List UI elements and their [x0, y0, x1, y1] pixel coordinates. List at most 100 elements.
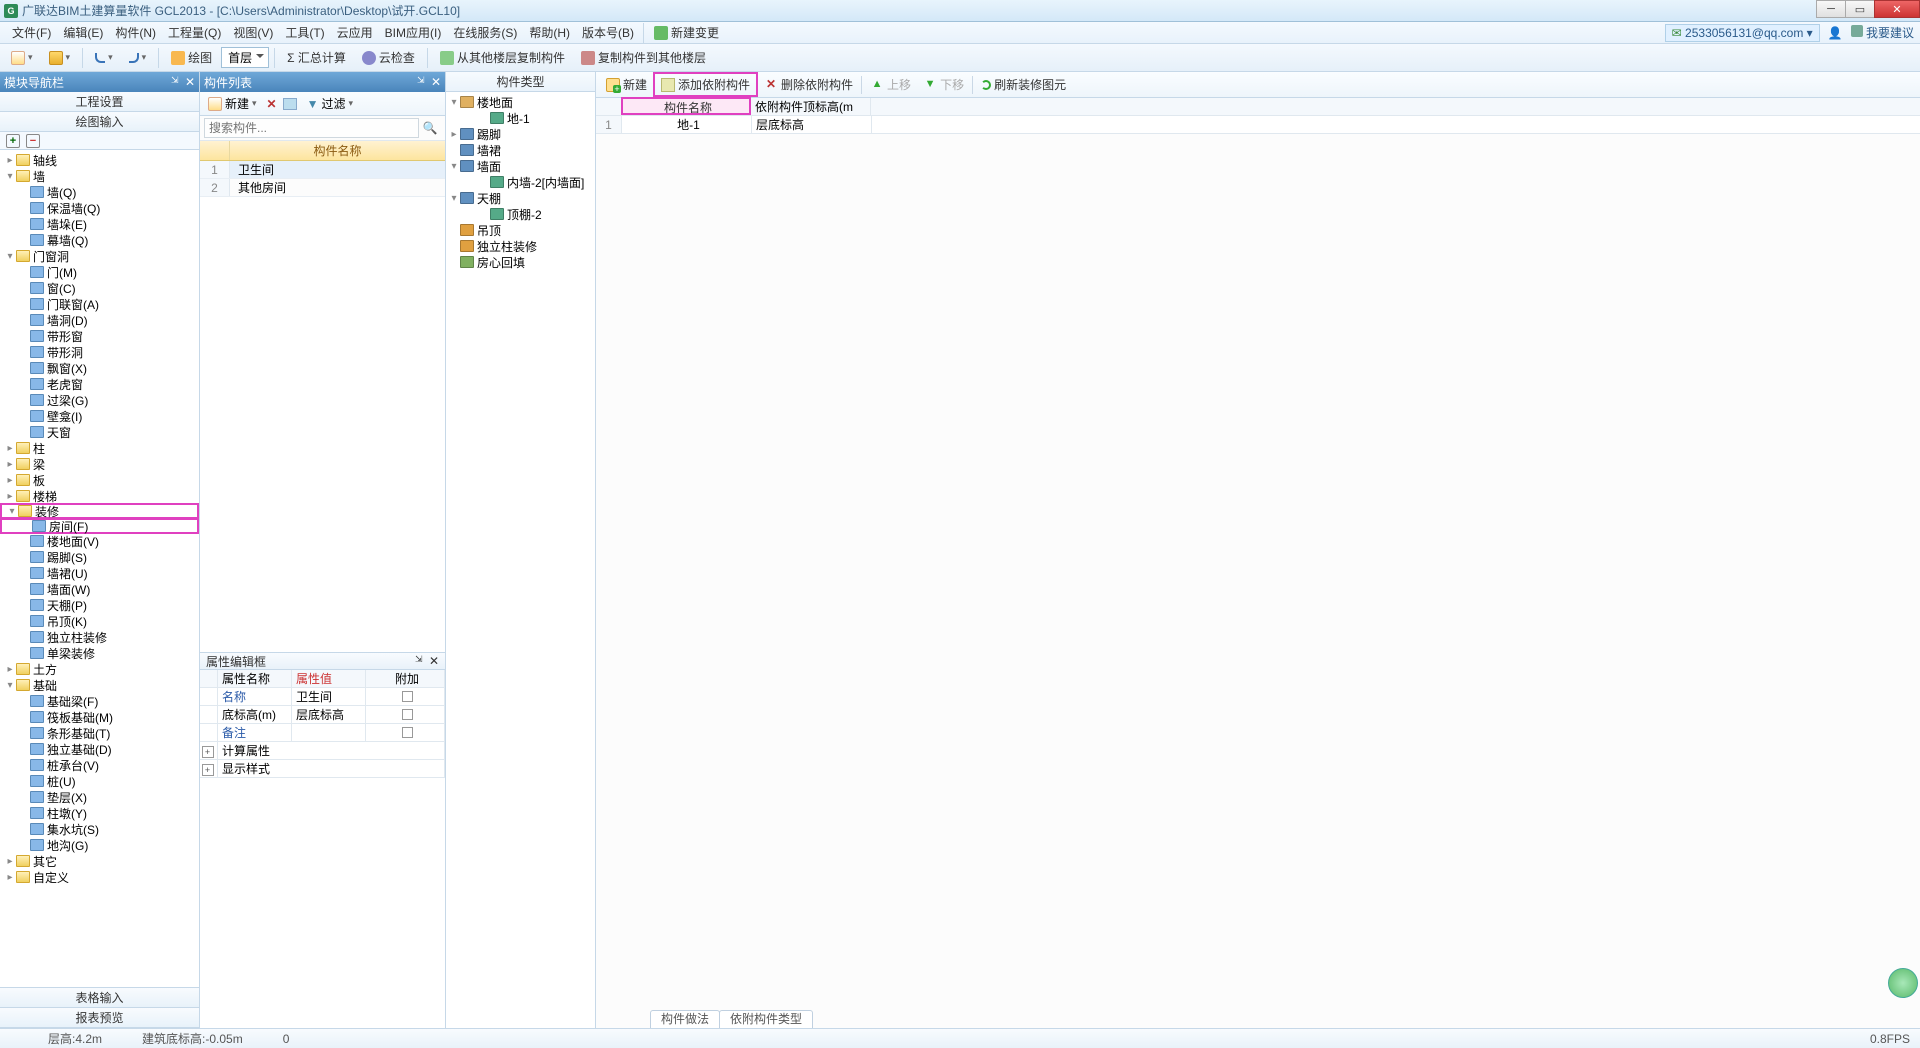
- menu-bim[interactable]: BIM应用(I): [379, 22, 448, 43]
- tree-node[interactable]: 窗(C): [0, 280, 199, 296]
- feedback-link[interactable]: 我要建议: [1851, 24, 1914, 41]
- move-down-button[interactable]: ▼下移: [917, 74, 970, 95]
- menu-file[interactable]: 文件(F): [6, 22, 57, 43]
- tree-node[interactable]: 壁龛(I): [0, 408, 199, 424]
- copy-button[interactable]: [283, 98, 297, 110]
- expand-button[interactable]: +: [200, 742, 218, 759]
- move-up-button[interactable]: ▲上移: [864, 74, 917, 95]
- ctype-node[interactable]: 墙裙: [446, 142, 595, 158]
- refresh-decoration-button[interactable]: 刷新装修图元: [975, 74, 1072, 95]
- tree-node[interactable]: ▸土方: [0, 661, 199, 677]
- tree-node[interactable]: 天窗: [0, 424, 199, 440]
- prop-value[interactable]: 卫生间: [292, 688, 366, 705]
- tree-node[interactable]: 独立柱装修: [0, 629, 199, 645]
- connect-icon[interactable]: 👤: [1828, 26, 1843, 40]
- pin-icon[interactable]: ⇲: [171, 75, 181, 85]
- menu-view[interactable]: 视图(V): [227, 22, 279, 43]
- detail-new-button[interactable]: 新建: [600, 74, 653, 95]
- module-tree[interactable]: ▸轴线▾墙墙(Q)保温墙(Q)墙垛(E)幕墙(Q)▾门窗洞门(M)窗(C)门联窗…: [0, 150, 199, 987]
- tree-node[interactable]: 楼地面(V): [0, 533, 199, 549]
- filter-button[interactable]: ▼过滤: [303, 93, 357, 114]
- ctype-node[interactable]: 独立柱装修: [446, 238, 595, 254]
- report-preview-tab[interactable]: 报表预览: [0, 1008, 199, 1028]
- tree-node[interactable]: ▾门窗洞: [0, 248, 199, 264]
- tree-node[interactable]: 吊顶(K): [0, 613, 199, 629]
- property-row[interactable]: 名称卫生间: [200, 688, 445, 706]
- maximize-button[interactable]: ▭: [1845, 0, 1875, 18]
- list-new-button[interactable]: 新建: [204, 93, 261, 114]
- ctype-node[interactable]: 顶棚-2: [446, 206, 595, 222]
- menu-tools[interactable]: 工具(T): [279, 22, 330, 43]
- search-button[interactable]: 🔍: [419, 118, 441, 138]
- menu-component[interactable]: 构件(N): [109, 22, 162, 43]
- tree-node[interactable]: 筏板基础(M): [0, 709, 199, 725]
- cloud-check-button[interactable]: 云检查: [355, 46, 422, 69]
- tree-node[interactable]: 飘窗(X): [0, 360, 199, 376]
- ctype-node[interactable]: 吊顶: [446, 222, 595, 238]
- tree-node[interactable]: 门(M): [0, 264, 199, 280]
- property-expand-row[interactable]: +计算属性: [200, 742, 445, 760]
- tree-node[interactable]: ▸板: [0, 472, 199, 488]
- tree-node[interactable]: 墙洞(D): [0, 312, 199, 328]
- menu-cloud[interactable]: 云应用: [331, 22, 379, 43]
- tree-node[interactable]: 桩承台(V): [0, 757, 199, 773]
- tree-node[interactable]: 集水坑(S): [0, 821, 199, 837]
- tree-node[interactable]: ▾基础: [0, 677, 199, 693]
- tree-node[interactable]: ▸自定义: [0, 869, 199, 885]
- tree-node[interactable]: 墙裙(U): [0, 565, 199, 581]
- tree-node[interactable]: 地沟(G): [0, 837, 199, 853]
- tree-node[interactable]: 单梁装修: [0, 645, 199, 661]
- tree-node[interactable]: 保温墙(Q): [0, 200, 199, 216]
- menu-online[interactable]: 在线服务(S): [447, 22, 523, 43]
- draw-button[interactable]: 绘图: [164, 46, 219, 69]
- tree-node[interactable]: ▸柱: [0, 440, 199, 456]
- ctype-node[interactable]: ▾楼地面: [446, 94, 595, 110]
- search-input[interactable]: [204, 118, 419, 138]
- tree-node[interactable]: 踢脚(S): [0, 549, 199, 565]
- new-file-button[interactable]: [4, 48, 40, 68]
- tree-node[interactable]: 门联窗(A): [0, 296, 199, 312]
- detail-row[interactable]: 1地-1层底标高: [596, 116, 1920, 134]
- copy-from-button[interactable]: 从其他楼层复制构件: [433, 46, 572, 69]
- menu-help[interactable]: 帮助(H): [523, 22, 576, 43]
- property-row[interactable]: 备注: [200, 724, 445, 742]
- tree-node[interactable]: ▸轴线: [0, 152, 199, 168]
- engineering-settings-tab[interactable]: 工程设置: [0, 92, 199, 112]
- menu-version[interactable]: 版本号(B): [576, 22, 640, 43]
- tab-dependent-type[interactable]: 依附构件类型: [719, 1010, 813, 1028]
- tree-node[interactable]: 墙面(W): [0, 581, 199, 597]
- ctype-node[interactable]: 房心回填: [446, 254, 595, 270]
- tree-node[interactable]: 垫层(X): [0, 789, 199, 805]
- redo-button[interactable]: [122, 49, 154, 66]
- row-elevation[interactable]: 层底标高: [752, 116, 872, 133]
- open-file-button[interactable]: [42, 48, 78, 68]
- component-row[interactable]: 1卫生间: [200, 161, 445, 179]
- tree-node[interactable]: ▸其它: [0, 853, 199, 869]
- tree-node[interactable]: 墙垛(E): [0, 216, 199, 232]
- minimize-button[interactable]: ─: [1816, 0, 1846, 18]
- checkbox-icon[interactable]: [402, 709, 413, 720]
- tree-node[interactable]: 天棚(P): [0, 597, 199, 613]
- add-dependent-button[interactable]: 添加依附构件: [653, 72, 758, 97]
- table-input-tab[interactable]: 表格输入: [0, 988, 199, 1008]
- panel-close-icon[interactable]: ✕: [429, 654, 439, 668]
- tree-node[interactable]: ▸楼梯: [0, 488, 199, 504]
- ctype-node[interactable]: ▾墙面: [446, 158, 595, 174]
- tree-node[interactable]: 柱墩(Y): [0, 805, 199, 821]
- checkbox-icon[interactable]: [402, 727, 413, 738]
- menu-edit[interactable]: 编辑(E): [57, 22, 109, 43]
- row-name[interactable]: 地-1: [622, 116, 752, 133]
- draw-input-tab[interactable]: 绘图输入: [0, 112, 199, 132]
- sum-button[interactable]: Σ 汇总计算: [280, 46, 353, 69]
- ctype-node[interactable]: 地-1: [446, 110, 595, 126]
- property-expand-row[interactable]: +显示样式: [200, 760, 445, 778]
- tree-node[interactable]: 条形基础(T): [0, 725, 199, 741]
- panel-close-icon[interactable]: ✕: [431, 75, 441, 89]
- ctype-node[interactable]: 内墙-2[内墙面]: [446, 174, 595, 190]
- prop-add[interactable]: [366, 688, 445, 705]
- new-change-button[interactable]: 新建变更: [647, 21, 726, 44]
- tree-node[interactable]: 带形窗: [0, 328, 199, 344]
- ctype-tree[interactable]: ▾楼地面地-1▸踢脚墙裙▾墙面内墙-2[内墙面]▾天棚顶棚-2吊顶独立柱装修房心…: [446, 92, 595, 1028]
- user-badge[interactable]: ✉ 2533056131@qq.com ▾: [1665, 24, 1820, 42]
- tree-node[interactable]: 老虎窗: [0, 376, 199, 392]
